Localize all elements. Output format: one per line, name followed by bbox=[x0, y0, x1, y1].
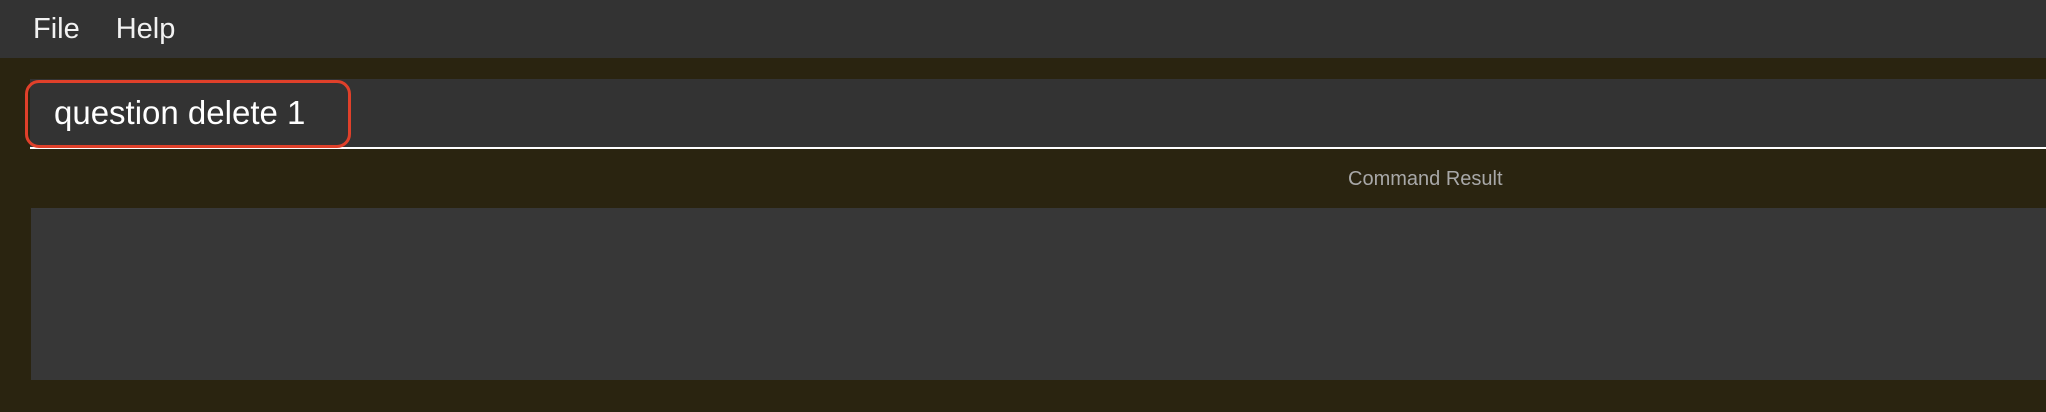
command-result-display bbox=[31, 208, 2046, 380]
main-content: Command Result bbox=[0, 58, 2046, 412]
command-box bbox=[30, 79, 2046, 149]
menu-file[interactable]: File bbox=[15, 0, 98, 58]
command-result-label: Command Result bbox=[1348, 168, 1503, 190]
command-input[interactable] bbox=[54, 79, 2014, 147]
menu-help[interactable]: Help bbox=[98, 0, 194, 58]
menu-bar: File Help bbox=[0, 0, 2046, 58]
